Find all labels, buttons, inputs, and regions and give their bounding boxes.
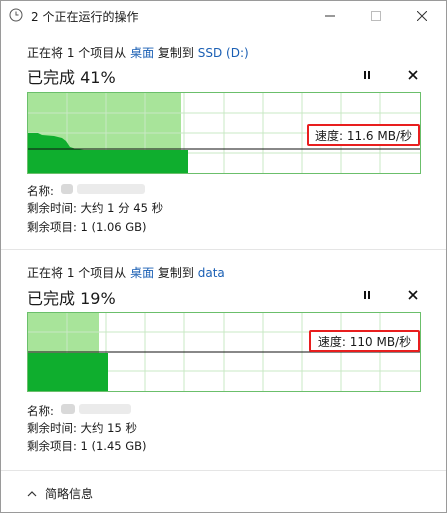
- speed-label: 速度: 11.6 MB/秒: [307, 124, 420, 146]
- close-icon: [417, 11, 427, 21]
- divider: [1, 470, 446, 471]
- time-remaining: 剩余时间: 大约 15 秒: [27, 421, 137, 435]
- speed-label: 速度: 110 MB/秒: [309, 330, 420, 352]
- maximize-button[interactable]: [353, 1, 399, 31]
- items-remaining: 剩余项目: 1 (1.06 GB): [27, 220, 147, 234]
- maximize-icon: [371, 11, 381, 21]
- redacted-name: [61, 184, 73, 194]
- source-link[interactable]: 桌面: [130, 266, 154, 280]
- description-middle: 复制到: [154, 46, 198, 60]
- speed-history-area: [28, 353, 108, 391]
- redacted-name-2: [79, 404, 131, 414]
- items-remaining: 剩余项目: 1 (1.45 GB): [27, 439, 147, 453]
- fewer-details-toggle[interactable]: 简略信息: [27, 485, 93, 502]
- source-link[interactable]: 桌面: [130, 46, 154, 60]
- transfer-speed-graph: 速度: 110 MB/秒: [27, 312, 421, 392]
- fewer-details-label: 简略信息: [45, 487, 94, 501]
- pause-button[interactable]: [357, 285, 377, 305]
- pause-button[interactable]: [357, 65, 377, 85]
- operation-description: 正在将 1 个项目从 桌面 复制到 data: [27, 264, 225, 281]
- divider: [1, 249, 446, 250]
- minimize-icon: [325, 15, 335, 17]
- close-button[interactable]: [399, 1, 445, 31]
- destination-link[interactable]: SSD (D:): [198, 46, 249, 60]
- pause-icon: [364, 291, 370, 299]
- clock-icon: [9, 8, 23, 22]
- percent-complete: 已完成 19%: [27, 289, 116, 308]
- destination-link[interactable]: data: [198, 266, 225, 280]
- redacted-name: [61, 404, 75, 414]
- operation-description: 正在将 1 个项目从 桌面 复制到 SSD (D:): [27, 44, 249, 61]
- window-title: 2 个正在运行的操作: [31, 10, 139, 24]
- cancel-button[interactable]: [403, 285, 423, 305]
- pause-icon: [364, 71, 370, 79]
- title-bar: 2 个正在运行的操作: [1, 1, 446, 31]
- file-copy-dialog: 2 个正在运行的操作 正在将 1 个项目从 桌面 复制到 SSD (D:) 已完…: [0, 0, 447, 513]
- cancel-button[interactable]: [403, 65, 423, 85]
- description-middle: 复制到: [154, 266, 198, 280]
- transfer-speed-graph: 速度: 11.6 MB/秒: [27, 92, 421, 174]
- time-remaining: 剩余时间: 大约 1 分 45 秒: [27, 201, 164, 215]
- percent-complete: 已完成 41%: [27, 68, 116, 87]
- description-prefix: 正在将 1 个项目从: [27, 266, 131, 280]
- chevron-up-icon: [27, 490, 37, 496]
- cancel-icon: [408, 70, 418, 80]
- minimize-button[interactable]: [307, 1, 353, 31]
- item-name: 名称:: [27, 404, 54, 418]
- item-name: 名称:: [27, 184, 54, 198]
- redacted-name-2: [77, 184, 145, 194]
- description-prefix: 正在将 1 个项目从: [27, 46, 131, 60]
- cancel-icon: [408, 290, 418, 300]
